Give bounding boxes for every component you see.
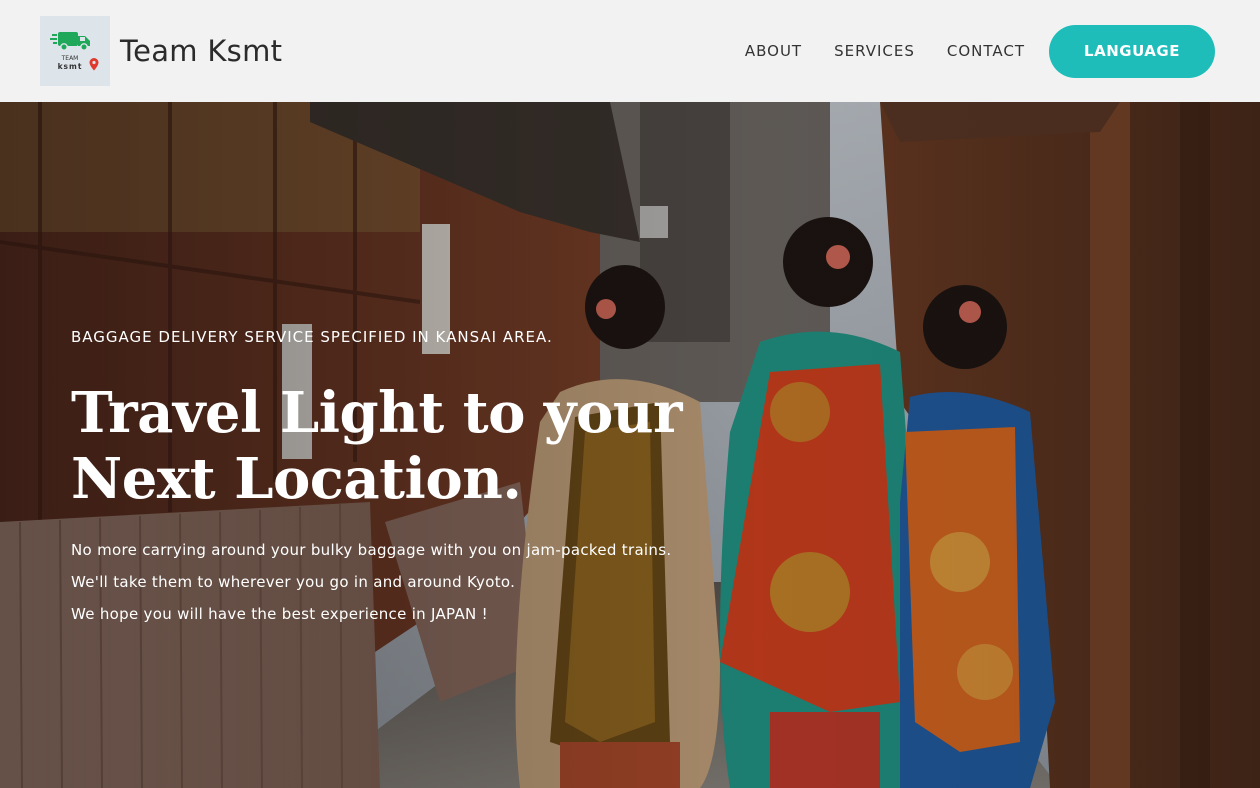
brand-name[interactable]: Team Ksmt	[120, 34, 282, 68]
main-nav: ABOUT SERVICES CONTACT LANGUAGE	[713, 24, 1215, 78]
nav-services[interactable]: SERVICES	[834, 42, 915, 60]
nav-about[interactable]: ABOUT	[745, 42, 802, 60]
logo-text-bottom: ksmt	[58, 62, 83, 71]
hero-description: No more carrying around your bulky bagga…	[71, 534, 682, 630]
hero-section: BAGGAGE DELIVERY SERVICE SPECIFIED IN KA…	[0, 102, 1260, 788]
hero-description-line: No more carrying around your bulky bagga…	[71, 541, 672, 559]
logo-text-top: TEAM	[61, 55, 79, 62]
headline-line-2: Next Location.	[71, 446, 522, 512]
nav-contact[interactable]: CONTACT	[947, 42, 1025, 60]
delivery-truck-logo-icon: TEAM ksmt	[50, 32, 99, 71]
headline-line-1: Travel Light to your	[71, 380, 683, 446]
hero-content: BAGGAGE DELIVERY SERVICE SPECIFIED IN KA…	[71, 328, 683, 630]
language-button[interactable]: LANGUAGE	[1049, 24, 1215, 78]
logo[interactable]: TEAM ksmt	[40, 16, 110, 86]
hero-eyebrow: BAGGAGE DELIVERY SERVICE SPECIFIED IN KA…	[71, 328, 553, 346]
site-header: TEAM ksmt Team Ksmt ABOUT SERVICES CONTA…	[0, 0, 1260, 102]
brand[interactable]: TEAM ksmt Team Ksmt	[40, 16, 282, 86]
hero-description-line: We hope you will have the best experienc…	[71, 605, 488, 623]
hero-headline: Travel Light to your Next Location.	[71, 380, 683, 512]
hero-description-line: We'll take them to wherever you go in an…	[71, 573, 516, 591]
